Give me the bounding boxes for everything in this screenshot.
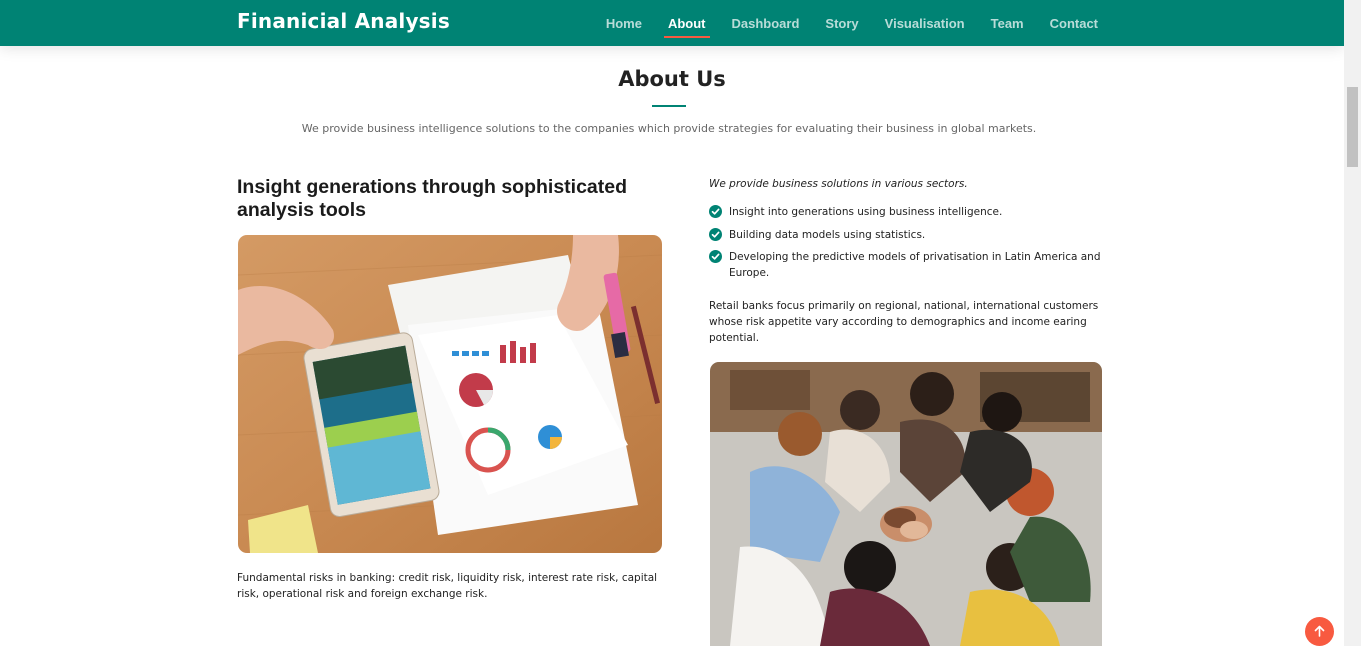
nav-visualisation[interactable]: Visualisation (883, 12, 967, 35)
header: Finanicial Analysis Home About Dashboard… (0, 0, 1344, 46)
check-circle-icon (709, 250, 722, 263)
nav-team[interactable]: Team (989, 12, 1026, 35)
brand-logo[interactable]: Finanicial Analysis (237, 9, 450, 33)
nav-about[interactable]: About (663, 12, 710, 38)
nav-home[interactable]: Home (604, 12, 644, 35)
check-circle-icon (709, 227, 722, 241)
team-hands-together-photo (710, 362, 1102, 646)
nav-story[interactable]: Story (823, 12, 860, 35)
right-intro: We provide business solutions in various… (709, 178, 968, 190)
arrow-up-icon (1314, 625, 1325, 637)
feature-list: Insight into generations using business … (709, 204, 1101, 288)
list-item-text: Developing the predictive models of priv… (729, 251, 1101, 279)
check-circle-icon (709, 205, 722, 218)
main-nav: Home About Dashboard Story Visualisation… (582, 0, 1100, 46)
left-caption: Fundamental risks in banking: credit ris… (237, 572, 658, 600)
section-title: About Us (618, 67, 726, 91)
tablet-with-charts-photo (238, 235, 662, 553)
list-item-text: Building data models using statistics. (729, 228, 926, 241)
list-item: Insight into generations using business … (709, 204, 1101, 220)
title-underline (652, 105, 686, 107)
list-item: Developing the predictive models of priv… (709, 249, 1101, 281)
left-heading: Insight generations through sophisticate… (237, 176, 628, 221)
nav-dashboard[interactable]: Dashboard (730, 12, 802, 35)
list-item: Building data models using statistics. (709, 227, 1101, 243)
list-item-text: Insight into generations using business … (729, 206, 1003, 218)
back-to-top-button[interactable] (1305, 617, 1334, 646)
right-paragraph: Retail banks focus primarily on regional… (709, 300, 1099, 344)
nav-contact[interactable]: Contact (1048, 12, 1100, 35)
scrollbar-thumb[interactable] (1347, 87, 1358, 167)
page-scrollbar[interactable] (1344, 0, 1361, 646)
section-subtitle: We provide business intelligence solutio… (301, 122, 1037, 135)
